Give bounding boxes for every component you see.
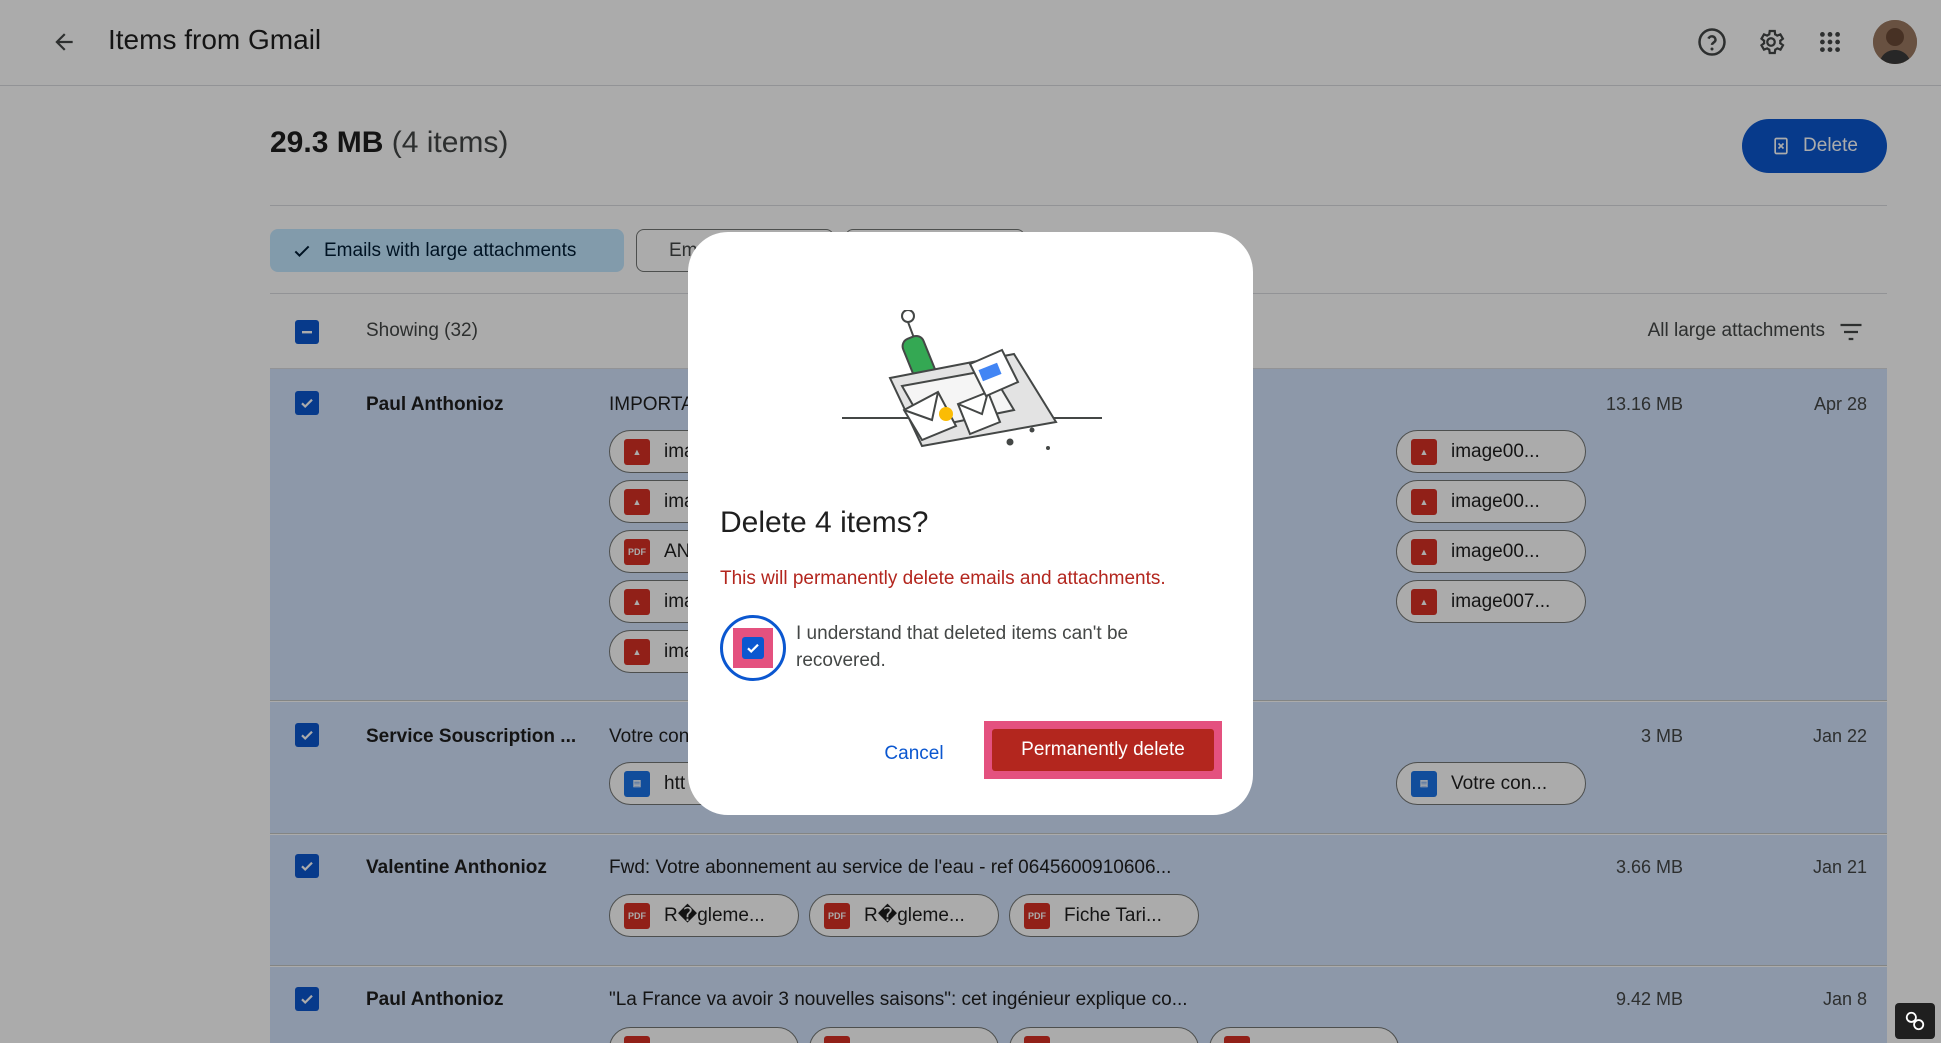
acknowledge-label[interactable]: I understand that deleted items can't be… bbox=[796, 620, 1176, 674]
delete-confirmation-dialog: Delete 4 items? This will permanently de… bbox=[688, 232, 1253, 815]
acknowledge-checkbox[interactable] bbox=[733, 628, 773, 668]
dialog-title: Delete 4 items? bbox=[720, 506, 929, 539]
cancel-button[interactable]: Cancel bbox=[864, 732, 964, 776]
envelope-shredder-illustration bbox=[842, 310, 1102, 450]
permanently-delete-button[interactable]: Permanently delete bbox=[992, 729, 1214, 771]
link-icon[interactable] bbox=[1895, 1003, 1935, 1039]
check-icon bbox=[747, 643, 759, 654]
dialog-warning: This will permanently delete emails and … bbox=[720, 568, 1166, 589]
